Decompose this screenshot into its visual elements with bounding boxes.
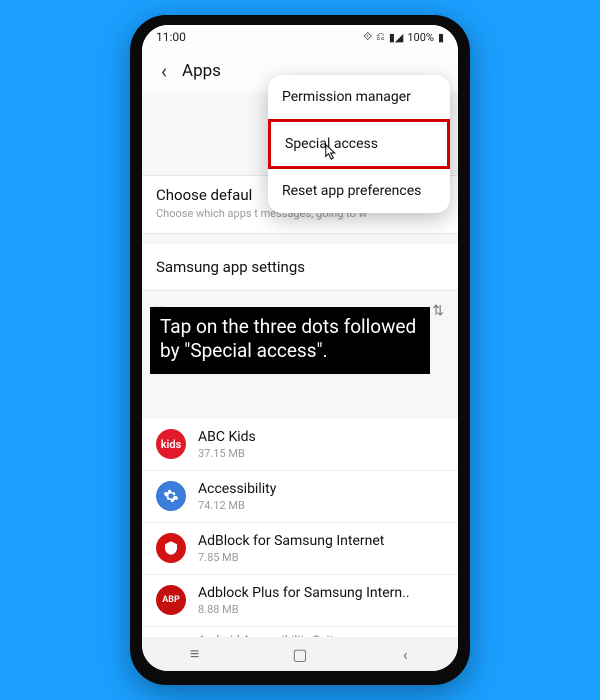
samsung-app-settings[interactable]: Samsung app settings	[142, 244, 458, 291]
app-list: kids ABC Kids 37.15 MB Accessibility 74.…	[142, 419, 458, 647]
app-size: 7.85 MB	[198, 551, 384, 564]
app-size: 37.15 MB	[198, 447, 256, 460]
app-icon-adblock-plus: ABP	[156, 585, 186, 615]
list-item[interactable]: AdBlock for Samsung Internet 7.85 MB	[142, 523, 458, 575]
sort-icon[interactable]: ⇅	[432, 303, 444, 319]
app-name: ABC Kids	[198, 429, 256, 445]
app-size: 74.12 MB	[198, 499, 276, 512]
status-time: 11:00	[156, 30, 186, 44]
menu-special-access-label: Special access	[285, 136, 378, 152]
status-icons: ⟐ ⎌ ▮◢ 100% ▮	[363, 30, 444, 44]
phone-screen: 11:00 ⟐ ⎌ ▮◢ 100% ▮ ‹ Apps Permission ma…	[142, 25, 458, 671]
app-icon-abc-kids: kids	[156, 429, 186, 459]
battery-icon: ▮	[438, 31, 444, 44]
app-name: AdBlock for Samsung Internet	[198, 533, 384, 549]
battery-text: 100%	[407, 31, 434, 44]
nav-home-icon[interactable]: ▢	[280, 645, 320, 664]
wifi-icon: ⎌	[376, 30, 385, 44]
back-icon[interactable]: ‹	[152, 59, 176, 83]
samsung-app-settings-label: Samsung app settings	[156, 258, 305, 276]
signal-icon: ▮◢	[389, 31, 404, 44]
navigation-bar: ≡ ▢ ‹	[142, 637, 458, 671]
instruction-overlay: Tap on the three dots followed by "Speci…	[150, 307, 430, 374]
app-icon-adblock	[156, 533, 186, 563]
list-item[interactable]: Accessibility 74.12 MB	[142, 471, 458, 523]
menu-permission-manager[interactable]: Permission manager	[268, 75, 450, 119]
menu-reset-app-preferences[interactable]: Reset app preferences	[268, 169, 450, 213]
menu-special-access[interactable]: Special access	[268, 119, 450, 169]
app-name: Adblock Plus for Samsung Intern..	[198, 585, 410, 601]
app-name: Accessibility	[198, 481, 276, 497]
nav-recents-icon[interactable]: ≡	[175, 644, 215, 664]
gear-icon	[156, 481, 186, 511]
list-item[interactable]: ABP Adblock Plus for Samsung Intern.. 8.…	[142, 575, 458, 627]
list-item[interactable]: kids ABC Kids 37.15 MB	[142, 419, 458, 471]
status-bar: 11:00 ⟐ ⎌ ▮◢ 100% ▮	[142, 25, 458, 49]
overflow-menu: Permission manager Special access Reset …	[268, 75, 450, 213]
nav-back-icon[interactable]: ‹	[385, 645, 425, 664]
app-size: 8.88 MB	[198, 603, 410, 616]
phone-frame: 11:00 ⟐ ⎌ ▮◢ 100% ▮ ‹ Apps Permission ma…	[130, 15, 470, 685]
nfc-icon: ⟐	[363, 30, 372, 44]
instruction-text: Tap on the three dots followed by "Speci…	[160, 315, 416, 362]
header-title: Apps	[182, 61, 221, 81]
